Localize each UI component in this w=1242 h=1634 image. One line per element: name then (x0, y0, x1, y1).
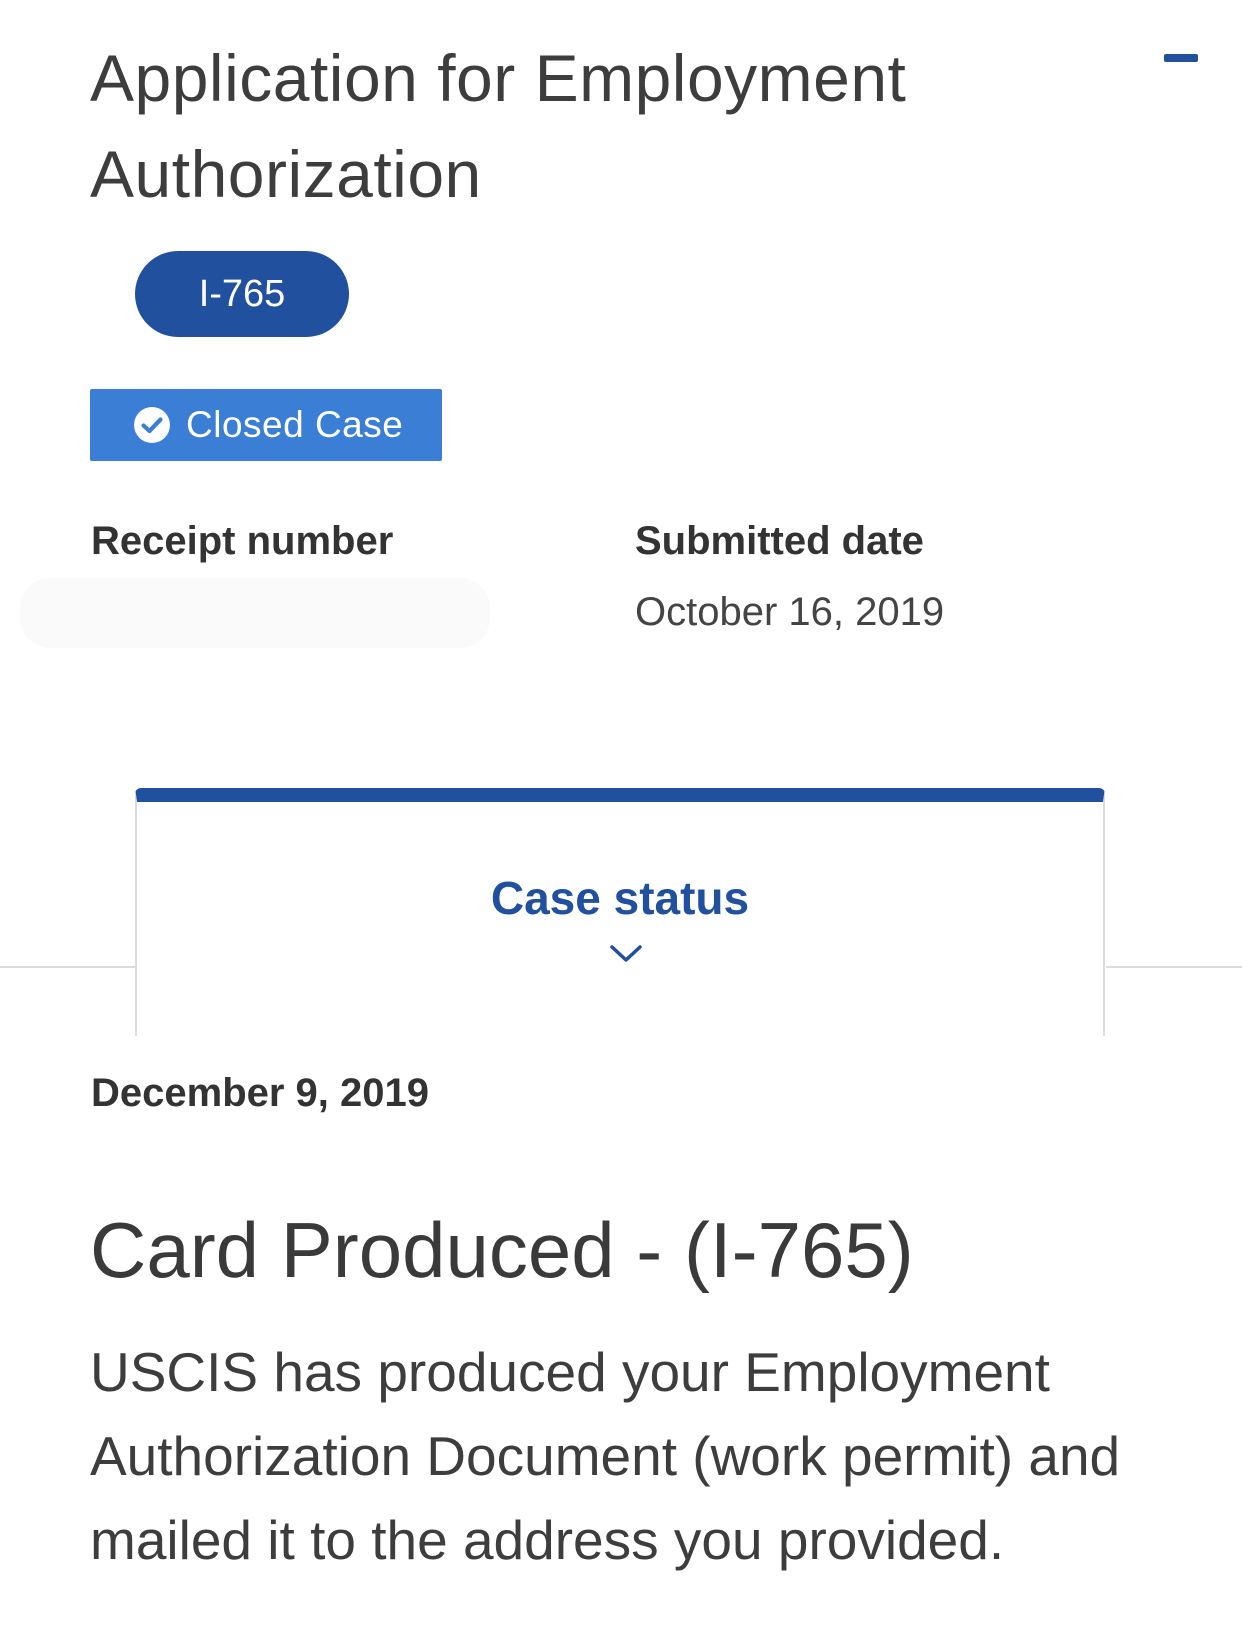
submitted-date-value: October 16, 2019 (635, 590, 945, 634)
form-type-pill[interactable]: I-765 (135, 251, 349, 337)
tab-case-status[interactable]: Case status (135, 788, 1105, 1036)
divider (1106, 966, 1242, 968)
status-badge: Closed Case (90, 389, 442, 461)
chevron-down-icon (610, 945, 642, 962)
receipt-number-label: Receipt number (91, 519, 394, 563)
status-date: December 9, 2019 (91, 1071, 430, 1115)
page-title: Application for Employment Authorization (90, 41, 907, 211)
status-description: USCIS has produced your Employment Autho… (90, 1341, 1121, 1571)
tab-case-status-label: Case status (490, 872, 750, 924)
divider (0, 966, 136, 968)
status-heading: Card Produced - (I-765) (90, 1206, 914, 1294)
receipt-number-redacted (20, 578, 490, 648)
minus-icon[interactable] (1164, 54, 1198, 62)
submitted-date-label: Submitted date (635, 519, 924, 563)
status-badge-label: Closed Case (186, 404, 404, 445)
check-circle-icon (134, 407, 170, 443)
